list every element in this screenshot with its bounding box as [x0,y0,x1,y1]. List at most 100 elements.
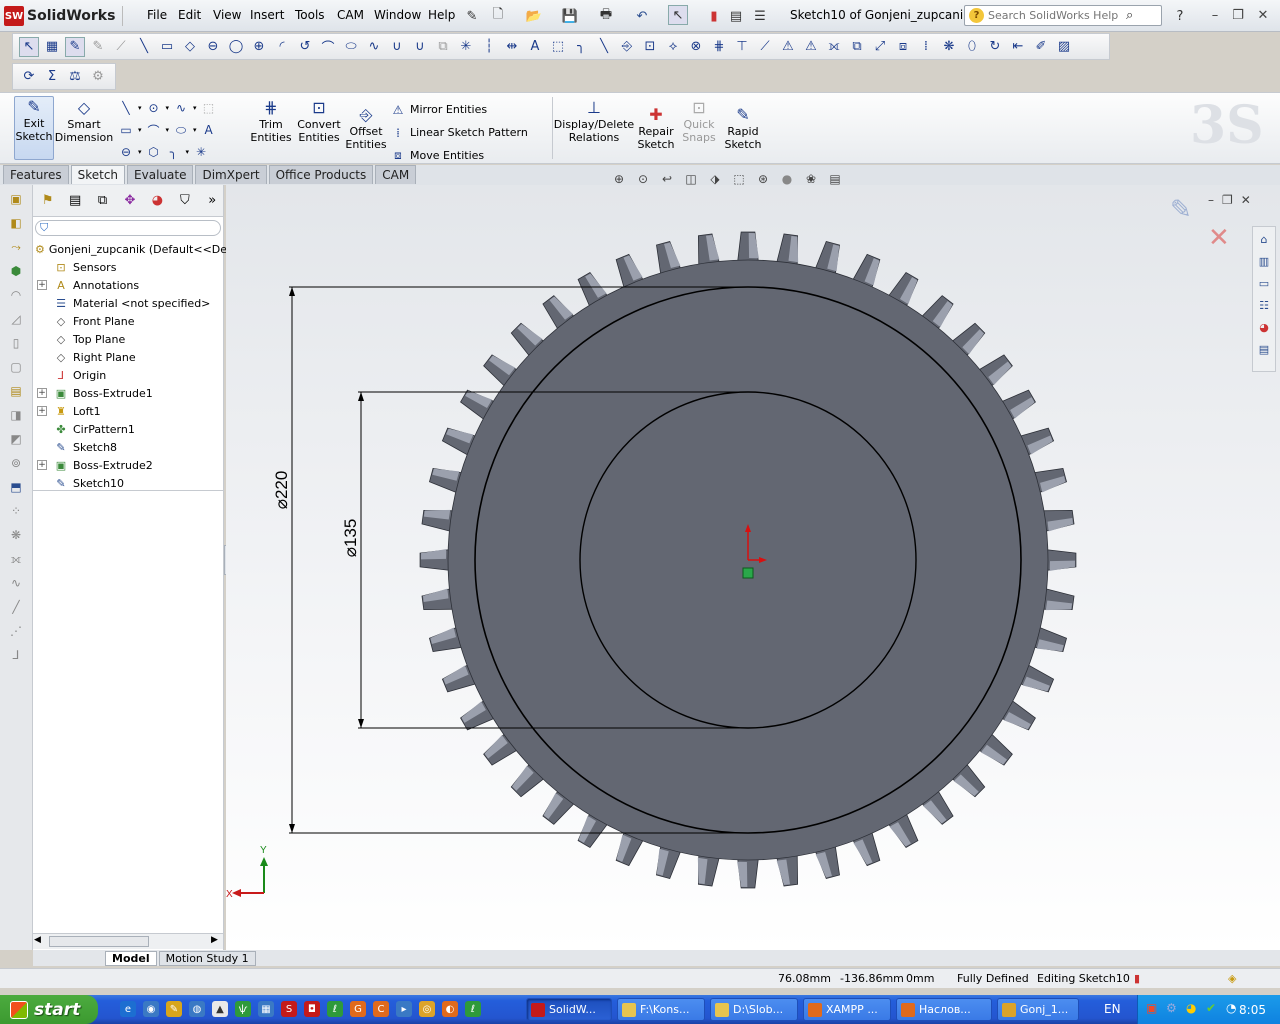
polygon-tool-icon[interactable]: ⬡ [146,145,162,159]
quicklaunch-g-icon[interactable]: G [350,1001,366,1017]
minimize-button[interactable]: – [1205,6,1225,24]
custom-properties-icon[interactable]: ▤ [1254,339,1274,359]
tree-item[interactable]: ◇ Front Plane [33,312,223,330]
configuration-manager-tab-icon[interactable]: ⧉ [92,190,113,212]
circle-tool-icon[interactable]: ⊙ [146,101,162,115]
cut-extrude-icon[interactable]: ▤ [6,381,26,401]
coordinate-system-icon[interactable]: ⅃ [6,645,26,665]
menu-window[interactable]: Window [374,8,421,22]
surface-spline-icon[interactable]: ⧉ [433,37,453,57]
cam-manager-tab-icon[interactable]: ⛉ [174,190,195,212]
tree-item[interactable]: ⅃ Origin [33,366,223,384]
link-values-icon[interactable]: ⚙ [88,67,108,87]
tree-item[interactable]: + ▣ Boss-Extrude2 [33,456,223,474]
menu-view[interactable]: View [213,8,241,22]
sketch-picture-icon[interactable]: ▨ [1054,37,1074,57]
rectangle-tool-icon[interactable]: ▭ [118,123,134,137]
edit-appearance-icon[interactable]: ● [778,170,796,188]
task-firefox[interactable]: Наслов... [896,998,992,1021]
menu-tools[interactable]: Tools [295,8,325,22]
fillet-icon[interactable]: ╮ [571,37,591,57]
quicklaunch-app-icon[interactable]: ◉ [143,1001,159,1017]
doc-minimize-icon[interactable]: – [1208,193,1214,207]
tray-xampp-icon[interactable]: ▣ [1146,1001,1157,1015]
options-icon[interactable]: ☰ [750,6,770,26]
print-icon[interactable]: 🖶 [596,6,616,26]
quick-snaps-button[interactable]: ⊡ Quick Snaps [680,98,718,144]
start-button[interactable]: start [0,995,98,1024]
expand-toggle-icon[interactable]: + [37,280,47,290]
construction-geometry-icon[interactable]: ⚠ [801,37,821,57]
menu-insert[interactable]: Insert [250,8,284,22]
revolve-boss-icon[interactable]: ◧ [6,213,26,233]
hole-wizard-icon[interactable]: ⊚ [6,453,26,473]
3-point-arc-icon[interactable]: ⌒ [318,37,338,57]
text-tool-icon[interactable]: A [201,123,217,137]
file-properties-icon[interactable]: ▤ [726,6,746,26]
quicklaunch-box-icon[interactable]: ◘ [304,1001,320,1017]
tangent-arc-icon[interactable]: ↺ [295,37,315,57]
scroll-right-icon[interactable]: ▶ [211,935,218,945]
ellipse-tool-icon[interactable]: ⬭ [173,123,189,138]
menu-cam[interactable]: CAM [337,8,364,22]
rectangle-icon[interactable]: ▭ [157,37,177,57]
tab-model[interactable]: Model [105,950,157,966]
rebuild-icon[interactable]: ▮ [704,6,724,26]
spline-tool-icon[interactable]: ∿ [173,101,189,115]
reference-plane-icon[interactable]: ⬒ [6,477,26,497]
spline-icon[interactable]: ∿ [364,37,384,57]
slot-icon[interactable]: ⊖ [203,37,223,57]
graphics-area[interactable]: ⌀220 ⌀135 Y X – ❐ ✕ ✎ ✕ [226,185,1280,950]
shell-icon[interactable]: ▢ [6,357,26,377]
loft-icon[interactable]: ⬢ [6,261,26,281]
offset-icon[interactable]: ⎆ [617,37,637,57]
3d-sketch-icon[interactable]: ✎ [88,37,108,57]
appearances-scenes-icon[interactable]: ◕ [1254,317,1274,337]
copy-icon[interactable]: ⇤ [1008,37,1028,57]
doc-close-icon[interactable]: ✕ [1241,193,1251,207]
tag-icon[interactable]: ◈ [1228,972,1236,985]
line-icon[interactable]: ╲ [134,37,154,57]
circular-pattern-feature-icon[interactable]: ❋ [6,525,26,545]
property-manager-tab-icon[interactable]: ▤ [64,190,85,212]
cut-revolve-icon[interactable]: ◨ [6,405,26,425]
expand-panel-icon[interactable]: » [202,190,223,212]
new-document-icon[interactable]: 🗋 [488,6,508,26]
help-search-input[interactable] [988,9,1126,22]
convert-entities-button[interactable]: ⊡ Convert Entities [296,98,342,144]
quicklaunch-tool-icon[interactable]: ✎ [166,1001,182,1017]
tree-item[interactable]: + ▣ Boss-Extrude1 [33,384,223,402]
tray-volume-icon[interactable]: ◔ [1226,1001,1236,1015]
feature-tree-tab-icon[interactable]: ⚑ [37,190,58,212]
line-tool-icon[interactable]: ╲ [118,101,134,115]
circle-icon[interactable]: ◯ [226,37,246,57]
help-search-box[interactable]: ? ⌕ [964,5,1162,26]
dimension-icon[interactable]: ⇹ [502,37,522,57]
jog-line-icon[interactable]: ⚠ [778,37,798,57]
tray-security-icon[interactable]: ✔ [1206,1001,1216,1015]
draft-icon[interactable]: ◩ [6,429,26,449]
trim-icon[interactable]: ⋕ [709,37,729,57]
move-icon[interactable]: ⧈ [893,37,913,57]
zoom-to-fit-icon[interactable]: ⊕ [610,170,628,188]
section-view-icon[interactable]: ◫ [682,170,700,188]
close-button[interactable]: ✕ [1253,6,1273,24]
design-library-icon[interactable]: ▥ [1254,251,1274,271]
centerpoint-arc-icon[interactable]: ◜ [272,37,292,57]
quicklaunch-media-icon[interactable]: ◍ [189,1001,205,1017]
tree-item[interactable]: + ♜ Loft1 [33,402,223,420]
undo-icon[interactable]: ↶ [632,6,652,26]
convert-icon[interactable]: ⊡ [640,37,660,57]
conic-icon[interactable]: ∪ [410,37,430,57]
file-explorer-icon[interactable]: ▭ [1254,273,1274,293]
search-icon[interactable]: ⌕ [1126,8,1133,23]
tab-evaluate[interactable]: Evaluate [127,165,194,184]
ellipse-icon[interactable]: ⬭ [341,37,361,57]
quicklaunch-android-icon[interactable]: ѱ [235,1001,251,1017]
quicklaunch-misc-icon[interactable]: ℓ [465,1001,481,1017]
mirror-entities-button[interactable]: ⚠ Mirror Entities [390,98,550,121]
tab-cam[interactable]: CAM [375,165,417,184]
tab-motion-study[interactable]: Motion Study 1 [158,950,256,966]
menu-file[interactable]: File [147,8,167,22]
rapid-sketch-button[interactable]: ✎ Rapid Sketch [722,105,764,151]
